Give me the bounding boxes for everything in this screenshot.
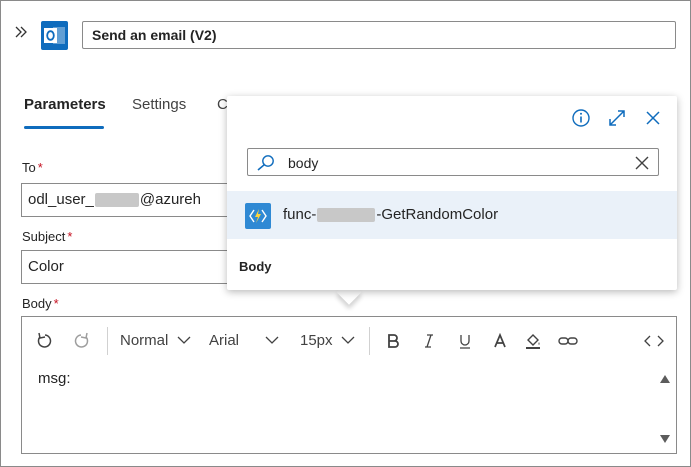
body-editor-content[interactable]: msg: [38,370,71,387]
underline-icon[interactable] [454,330,476,352]
subject-value: Color [28,258,64,275]
window-frame: Send an email (V2) Parameters Settings C… [0,0,691,467]
to-label: To * [22,160,43,175]
subject-label-text: Subject [22,229,66,244]
search-icon [256,154,276,177]
italic-icon[interactable] [418,330,440,352]
required-mark: * [53,296,59,311]
toolbar-divider [107,327,108,355]
chevron-down-icon [177,336,190,344]
link-icon[interactable] [557,330,579,352]
code-view-icon[interactable] [643,330,665,352]
expand-icon[interactable] [607,108,627,128]
undo-icon[interactable] [34,330,56,352]
close-icon[interactable] [643,108,663,128]
function-result-item[interactable]: func- -GetRandomColor [227,191,677,239]
font-size-dropdown[interactable]: 15px [300,332,355,349]
required-mark: * [37,160,43,175]
azure-function-icon [245,203,271,229]
dynamic-content-search[interactable]: body [247,148,659,176]
to-value-end: @azureh [139,191,201,208]
to-value-start: odl_user_ [28,191,94,208]
redo-icon[interactable] [70,330,92,352]
font-size-value: 15px [300,332,333,349]
style-dropdown[interactable]: Normal [120,332,191,349]
redacted-text [94,193,139,208]
font-value: Arial [209,332,240,349]
scroll-down-arrow[interactable] [660,435,670,443]
search-input[interactable]: body [288,155,318,171]
info-icon[interactable] [571,108,591,128]
chevron-down-icon [265,336,279,344]
font-dropdown[interactable]: Arial [209,332,279,349]
tab-settings[interactable]: Settings [132,96,186,113]
collapse-panel-icon[interactable] [15,25,27,42]
body-label: Body * [22,296,59,311]
subject-label: Subject * [22,229,72,244]
function-name-prefix: func- [283,206,317,223]
outlook-icon [41,21,68,50]
scroll-up-arrow[interactable] [660,375,670,383]
body-token-item[interactable]: Body [239,259,272,274]
popup-header [227,96,677,140]
tab-parameters[interactable]: Parameters [24,96,106,113]
chevron-down-icon [341,336,355,344]
style-value: Normal [120,332,169,349]
function-name-suffix: -GetRandomColor [376,206,499,223]
toolbar-divider [369,327,370,355]
body-editor[interactable]: Normal Arial 15px msg: [21,316,677,454]
clear-search-icon[interactable] [634,155,650,176]
action-title-input[interactable]: Send an email (V2) [82,21,676,49]
dynamic-content-popup: body func- -GetRandomColor Body [227,96,677,290]
body-label-text: Body [22,296,52,311]
required-mark: * [67,229,73,244]
font-color-icon[interactable] [489,330,511,352]
to-label-text: To [22,160,36,175]
active-tab-indicator [24,126,104,129]
bold-icon[interactable] [382,330,404,352]
highlight-color-icon[interactable] [522,330,544,352]
redacted-text [317,208,376,223]
function-name: func- -GetRandomColor [283,206,498,223]
